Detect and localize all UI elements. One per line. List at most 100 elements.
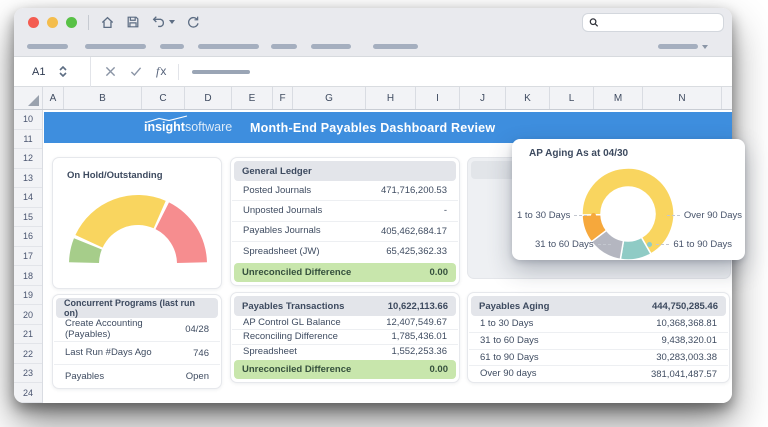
confirm-entry-icon[interactable] — [130, 66, 142, 77]
select-all-triangle-icon — [28, 95, 39, 106]
column-header-h[interactable]: H — [366, 87, 416, 109]
row-header[interactable]: 10 — [14, 110, 42, 130]
column-header-l[interactable]: L — [550, 87, 594, 109]
row-headers: 10 11 12 13 14 15 16 17 18 19 20 21 22 2… — [14, 110, 43, 403]
table-row: AP Control GL Balance 12,407,549.67 — [232, 316, 458, 329]
column-header-b[interactable]: B — [64, 87, 142, 109]
dashboard-title: Month-End Payables Dashboard Review — [250, 121, 495, 135]
ribbon-menu-placeholder[interactable] — [198, 44, 259, 49]
formula-input-placeholder[interactable] — [192, 70, 250, 74]
table-row: 31 to 60 Days 9,438,320.01 — [469, 332, 728, 349]
column-header-g[interactable]: G — [293, 87, 366, 109]
minimize-button[interactable] — [47, 17, 58, 28]
row-header[interactable]: 16 — [14, 227, 42, 247]
table-row: Last Run #Days Ago 746 — [54, 341, 220, 365]
ribbon-menu-placeholder[interactable] — [27, 44, 68, 49]
close-button[interactable] — [28, 17, 39, 28]
select-all-corner[interactable] — [14, 87, 43, 109]
formula-bar: A1 fx — [14, 57, 732, 87]
search-box[interactable] — [582, 13, 724, 32]
unreconciled-difference-row: Unreconciled Difference 0.00 — [234, 360, 456, 379]
save-icon[interactable] — [126, 15, 140, 29]
column-header-k[interactable]: K — [506, 87, 550, 109]
column-header-d[interactable]: D — [185, 87, 232, 109]
table-row: Spreadsheet 1,552,253.36 — [232, 344, 458, 358]
column-header-i[interactable]: I — [416, 87, 460, 109]
row-header[interactable]: 19 — [14, 286, 42, 306]
row-header[interactable]: 17 — [14, 247, 42, 267]
column-header-spacer — [722, 87, 732, 109]
ribbon-collapse-caret-icon[interactable] — [702, 45, 708, 49]
title-bar — [14, 8, 732, 36]
unreconciled-difference-row: Unreconciled Difference 0.00 — [234, 263, 456, 282]
ribbon-collapse-handle[interactable] — [658, 44, 698, 49]
panel-title: Payables Aging — [479, 301, 549, 312]
panel-total: 10,622,113.66 — [388, 301, 448, 312]
zoom-button[interactable] — [66, 17, 77, 28]
leader-line — [656, 244, 669, 245]
legend-dot — [615, 242, 620, 247]
panel-title: Payables Transactions — [242, 301, 344, 312]
table-row: 1 to 30 Days 10,368,368.81 — [469, 316, 728, 332]
column-header-e[interactable]: E — [232, 87, 273, 109]
row-header[interactable]: 21 — [14, 325, 42, 345]
table-row: Create Accounting (Payables) 04/28 — [54, 318, 220, 341]
panel-header: Payables Aging 444,750,285.46 — [471, 296, 726, 316]
column-header-m[interactable]: M — [594, 87, 643, 109]
row-header[interactable]: 14 — [14, 188, 42, 208]
table-row: Over 90 days 381,041,487.57 — [469, 365, 728, 382]
table-row: 61 to 90 Days 30,283,003.38 — [469, 349, 728, 366]
column-header-c[interactable]: C — [142, 87, 185, 109]
name-box-stepper[interactable] — [59, 66, 67, 77]
search-icon — [589, 17, 599, 28]
row-header[interactable]: 11 — [14, 130, 42, 150]
formula-bar-divider — [90, 57, 91, 87]
column-header-n[interactable]: N — [643, 87, 722, 109]
name-box[interactable]: A1 — [14, 66, 90, 78]
cancel-entry-icon[interactable] — [105, 66, 116, 77]
table-row: Posted Journals 471,716,200.53 — [232, 181, 458, 200]
ribbon-menu-placeholder[interactable] — [373, 44, 418, 49]
home-icon[interactable] — [100, 15, 115, 30]
panel-payables-aging: Payables Aging 444,750,285.46 1 to 30 Da… — [467, 292, 730, 383]
donut-label-31-to-60: 31 to 60 Days — [535, 239, 620, 250]
on-hold-gauge-chart — [53, 158, 222, 289]
panel-general-ledger: General Ledger Posted Journals 471,716,2… — [230, 157, 460, 286]
ribbon-menu-placeholder[interactable] — [85, 44, 146, 49]
screen: A1 fx A B C D E F — [0, 0, 768, 427]
column-header-j[interactable]: J — [460, 87, 506, 109]
formula-bar-divider — [178, 64, 179, 80]
ribbon — [14, 36, 732, 57]
row-header[interactable]: 18 — [14, 266, 42, 286]
column-header-a[interactable]: A — [43, 87, 64, 109]
column-header-f[interactable]: F — [273, 87, 293, 109]
legend-dot — [591, 213, 596, 218]
panel-header: General Ledger — [234, 161, 456, 181]
undo-icon[interactable] — [151, 15, 175, 29]
row-header[interactable]: 13 — [14, 169, 42, 189]
row-header[interactable]: 23 — [14, 364, 42, 384]
leader-line — [574, 215, 587, 216]
row-header[interactable]: 24 — [14, 383, 42, 403]
table-row: Spreadsheet (JW) 65,425,362.33 — [232, 241, 458, 261]
cell-reference: A1 — [32, 66, 45, 78]
panel-on-hold: On Hold/Outstanding — [52, 157, 222, 289]
redo-icon[interactable] — [186, 15, 200, 29]
row-header[interactable]: 22 — [14, 344, 42, 364]
ribbon-menu-placeholder[interactable] — [160, 44, 184, 49]
row-header[interactable]: 15 — [14, 208, 42, 228]
panel-header: Payables Transactions 10,622,113.66 — [234, 296, 456, 316]
table-row: Reconciling Difference 1,785,436.01 — [232, 329, 458, 343]
row-header[interactable]: 12 — [14, 149, 42, 169]
insert-function-icon[interactable]: fx — [156, 64, 166, 79]
panel-payables-transactions: Payables Transactions 10,622,113.66 AP C… — [230, 292, 460, 383]
ribbon-menu-placeholder[interactable] — [271, 44, 297, 49]
legend-dot — [658, 213, 663, 218]
column-headers: A B C D E F G H I J K L M N — [14, 87, 732, 110]
ribbon-menu-placeholder[interactable] — [311, 44, 351, 49]
leader-line — [598, 244, 611, 245]
row-header[interactable]: 20 — [14, 305, 42, 325]
search-input[interactable] — [603, 17, 717, 28]
logo-squiggle-icon — [145, 115, 189, 124]
panel-total: 444,750,285.46 — [652, 301, 718, 312]
